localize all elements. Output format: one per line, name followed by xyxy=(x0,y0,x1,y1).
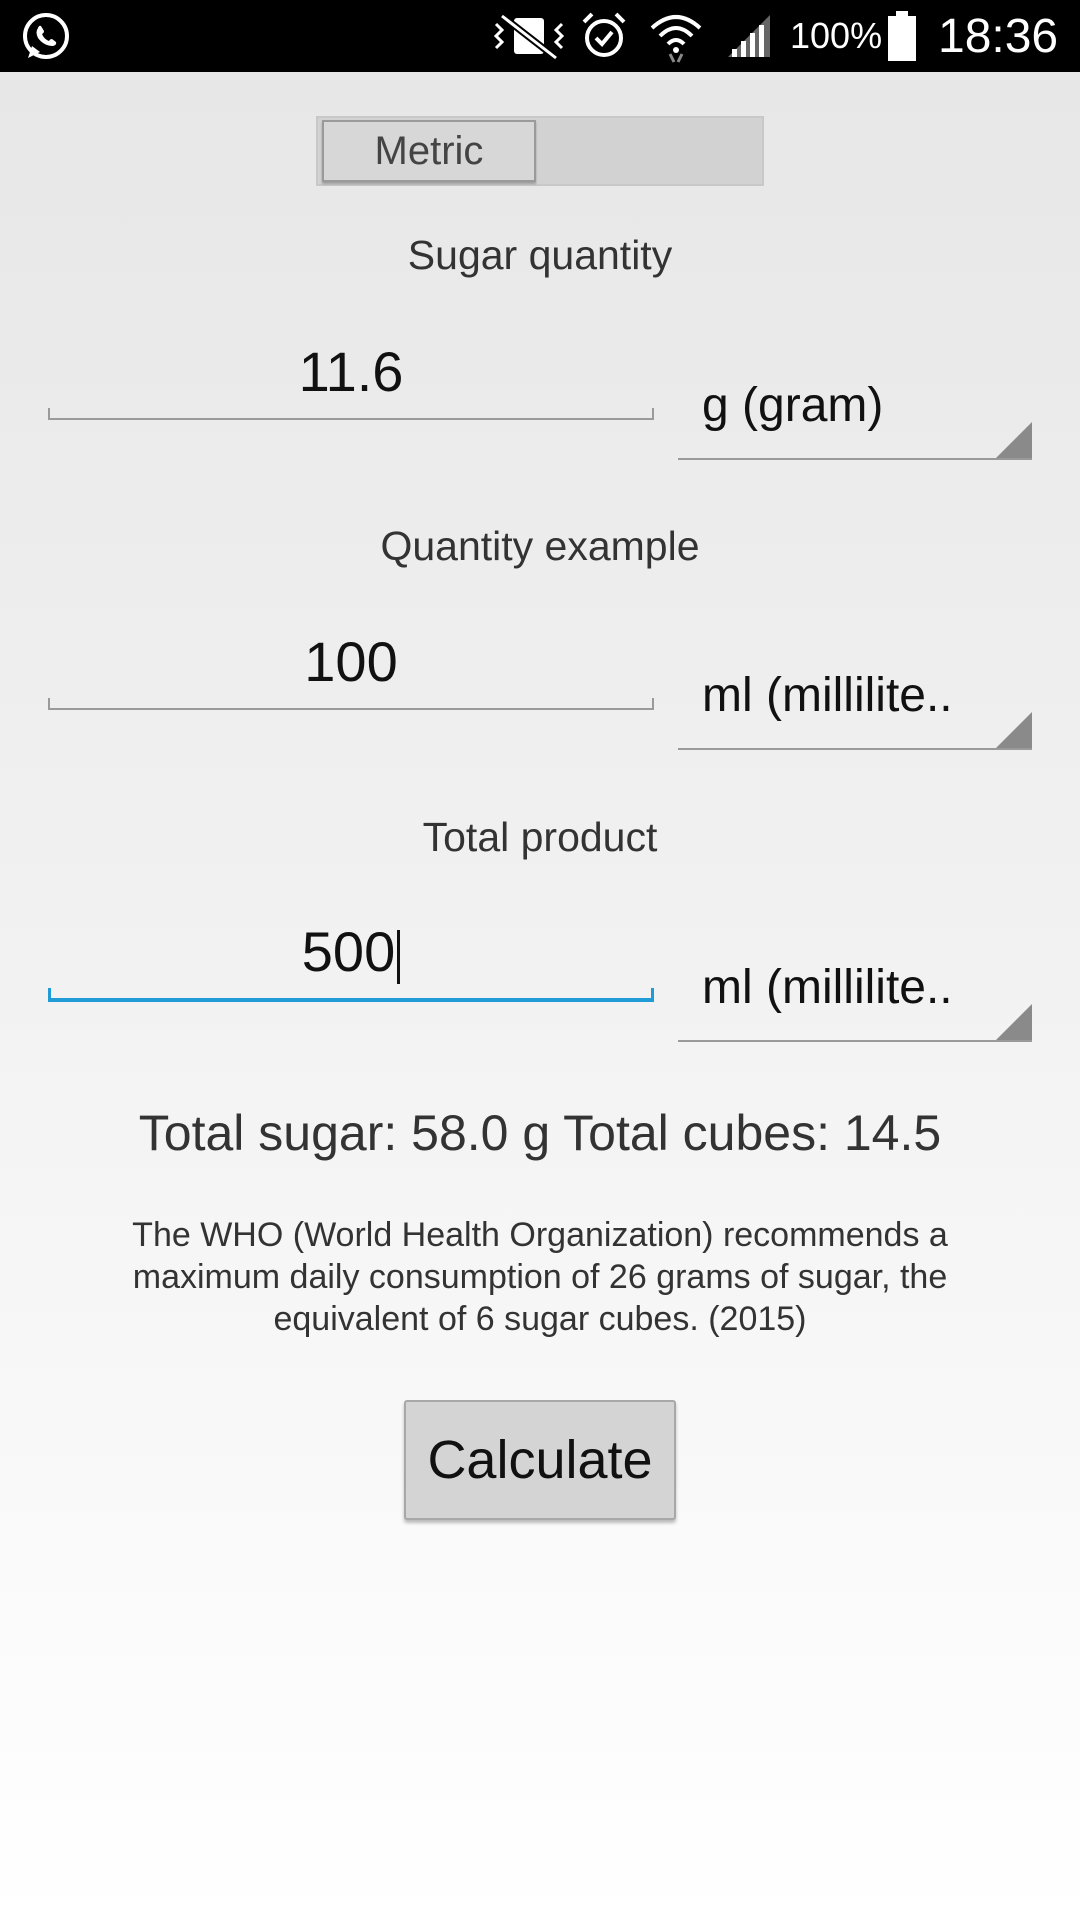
total-product-input[interactable]: 500 xyxy=(48,920,654,1002)
sugar-quantity-input[interactable]: 11.6 xyxy=(48,340,654,420)
total-product-value: 500 xyxy=(301,920,396,983)
total-unit-dropdown[interactable]: ml (millilite.. xyxy=(678,938,1032,1042)
example-unit-dropdown[interactable]: ml (millilite.. xyxy=(678,646,1032,750)
signal-icon xyxy=(724,0,774,72)
quantity-example-input[interactable]: 100 xyxy=(48,630,654,710)
quantity-example-label: Quantity example xyxy=(380,523,700,569)
sugar-unit-dropdown[interactable]: g (gram) xyxy=(678,356,1032,460)
whatsapp-icon xyxy=(20,0,72,72)
example-unit-value: ml (millilite.. xyxy=(702,669,953,722)
total-product-label: Total product xyxy=(422,814,658,860)
total-unit-value: ml (millilite.. xyxy=(702,961,953,1014)
battery-icon xyxy=(886,0,918,72)
result-text: Total sugar: 58.0 g Total cubes: 14.5 xyxy=(138,1105,942,1161)
clock: 18:36 xyxy=(938,9,1059,63)
dropdown-arrow-icon xyxy=(996,422,1032,458)
toggle-thumb[interactable]: Metric xyxy=(322,120,536,182)
dropdown-arrow-icon xyxy=(996,712,1032,748)
wifi-icon xyxy=(648,0,704,72)
who-recommendation-note: The WHO (World Health Organization) reco… xyxy=(132,1216,948,1338)
status-bar: 100% 18:36 xyxy=(0,0,1080,72)
text-cursor xyxy=(397,930,401,984)
sugar-unit-value: g (gram) xyxy=(702,379,884,432)
vibrate-mute-icon xyxy=(492,0,566,72)
calculate-button[interactable]: Calculate xyxy=(404,1400,676,1520)
sugar-quantity-label: Sugar quantity xyxy=(407,232,673,278)
battery-percentage: 100% xyxy=(790,15,883,56)
alarm-icon xyxy=(580,0,628,72)
unit-system-toggle[interactable]: Metric xyxy=(316,116,764,186)
dropdown-arrow-icon xyxy=(996,1004,1032,1040)
